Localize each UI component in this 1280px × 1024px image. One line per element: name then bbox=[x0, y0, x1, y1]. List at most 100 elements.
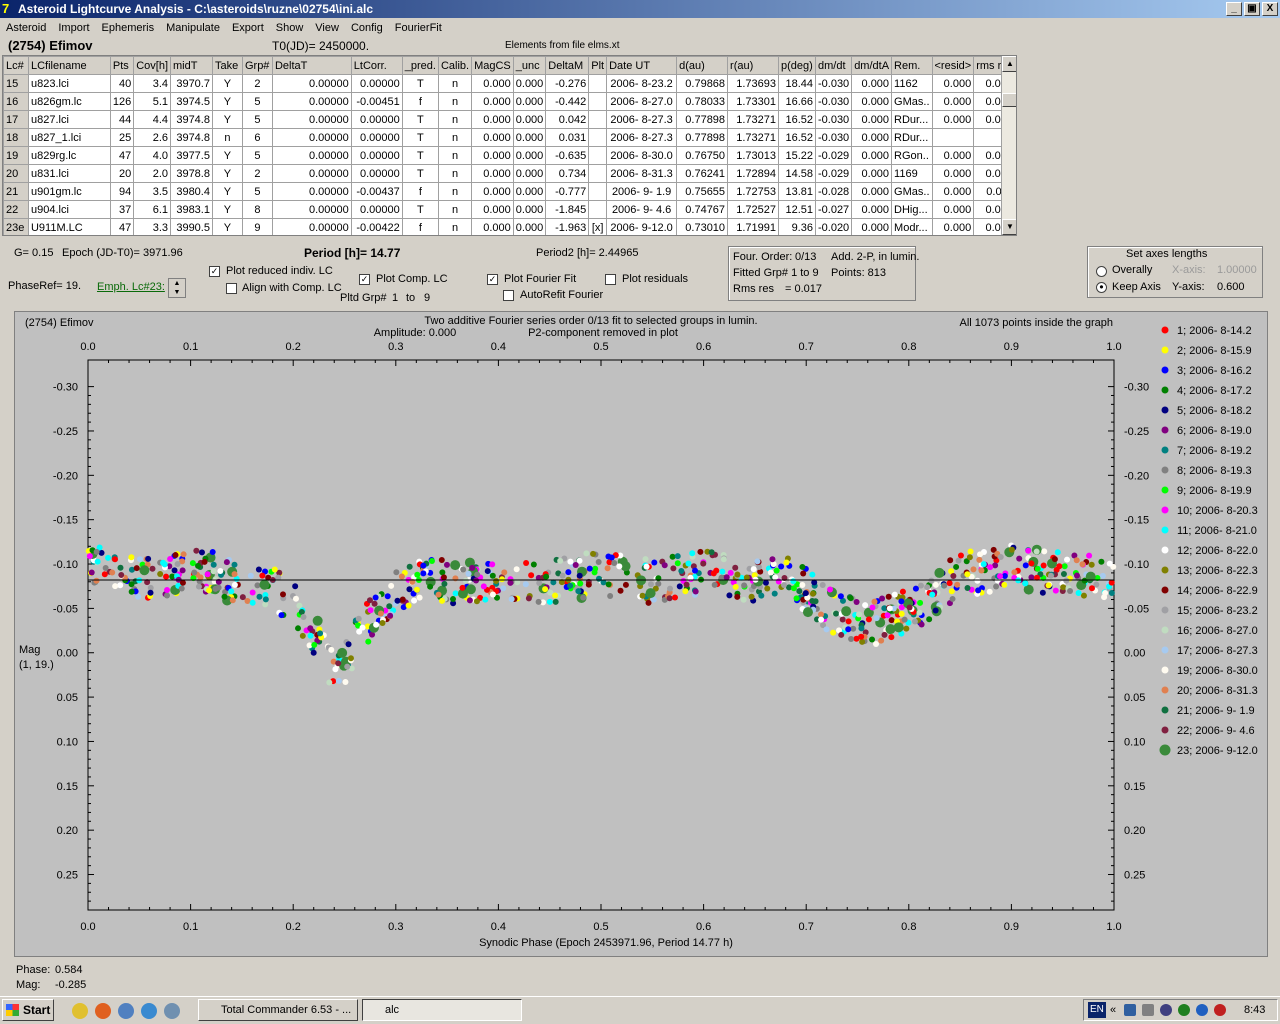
table-cell[interactable]: 0.000 bbox=[851, 92, 893, 111]
table-cell[interactable]: -1.963 bbox=[545, 218, 590, 235]
table-cell[interactable]: 0.000 bbox=[931, 92, 975, 111]
table-cell[interactable]: Y bbox=[211, 200, 243, 219]
table-cell[interactable]: 0.000 bbox=[471, 200, 514, 219]
table-cell[interactable]: 1.71991 bbox=[727, 218, 779, 235]
table-cell[interactable] bbox=[588, 200, 608, 219]
task-alc[interactable]: alc bbox=[362, 999, 522, 1021]
column-header[interactable]: DeltaT bbox=[271, 56, 352, 75]
table-cell[interactable]: RDur... bbox=[891, 110, 933, 129]
column-header[interactable]: Plt bbox=[588, 56, 608, 75]
table-cell[interactable] bbox=[588, 146, 608, 165]
table-cell[interactable]: 0.00000 bbox=[350, 110, 403, 129]
column-header[interactable]: dm/dtA bbox=[851, 56, 893, 75]
table-row[interactable]: 19 u829rg.lc 47 4.0 3977.5 Y 5 0.00000 0.00000 Tn… bbox=[3, 146, 1016, 165]
table-cell[interactable]: 3983.1 bbox=[170, 200, 213, 219]
plot-reduced-checkbox[interactable]: ✓ bbox=[209, 266, 220, 277]
table-cell[interactable]: 0.00000 bbox=[271, 128, 352, 147]
table-cell[interactable]: 44 bbox=[109, 110, 135, 129]
column-header[interactable]: dm/dt bbox=[814, 56, 853, 75]
tray-app-icon[interactable] bbox=[1124, 1004, 1136, 1016]
table-cell[interactable]: -0.028 bbox=[814, 182, 853, 201]
table-row[interactable]: 23e U911M.LC 47 3.3 3990.5 Y 9 0.00000 -0.00422 f… bbox=[3, 218, 1016, 235]
table-cell[interactable]: 0.000 bbox=[471, 146, 514, 165]
table-cell[interactable]: 0.000 bbox=[931, 164, 975, 183]
column-header[interactable]: Calib. bbox=[437, 56, 473, 75]
table-cell[interactable]: 3974.8 bbox=[170, 128, 213, 147]
table-cell[interactable]: 2006- 8-27.0 bbox=[606, 92, 678, 111]
table-cell[interactable]: u829rg.lc bbox=[27, 146, 111, 165]
table-cell[interactable]: 0.000 bbox=[851, 74, 893, 93]
table-row[interactable]: 15 u823.lci 40 3.4 3970.7 Y 2 0.00000 0.00000 Tn 0… bbox=[3, 74, 1016, 93]
table-cell[interactable]: 16.66 bbox=[778, 92, 816, 111]
menu-manipulate[interactable]: Manipulate bbox=[160, 19, 226, 37]
table-cell[interactable]: T bbox=[401, 164, 439, 183]
table-cell[interactable]: 0.76750 bbox=[676, 146, 729, 165]
table-cell[interactable]: 5.1 bbox=[133, 92, 172, 111]
table-cell[interactable]: 0.000 bbox=[851, 146, 893, 165]
table-cell[interactable]: 1.73693 bbox=[727, 74, 779, 93]
table-cell[interactable]: -0.276 bbox=[545, 74, 590, 93]
table-cell[interactable]: 0.00000 bbox=[271, 110, 352, 129]
table-cell[interactable]: 13.81 bbox=[778, 182, 816, 201]
menu-export[interactable]: Export bbox=[226, 19, 270, 37]
table-cell[interactable]: 0.78033 bbox=[676, 92, 729, 111]
scroll-down-arrow-icon[interactable]: ▼ bbox=[1002, 219, 1016, 235]
table-cell[interactable] bbox=[588, 110, 608, 129]
column-header[interactable]: r(au) bbox=[727, 56, 779, 75]
table-cell[interactable]: 1.73013 bbox=[727, 146, 779, 165]
table-cell[interactable]: 0.000 bbox=[512, 128, 547, 147]
table-cell[interactable]: 0.000 bbox=[471, 74, 514, 93]
table-cell[interactable]: 15.22 bbox=[778, 146, 816, 165]
table-cell[interactable]: 1.73271 bbox=[727, 110, 779, 129]
table-cell[interactable]: 0.000 bbox=[471, 128, 514, 147]
table-cell[interactable]: n bbox=[437, 92, 473, 111]
table-cell[interactable]: 1.73301 bbox=[727, 92, 779, 111]
table-cell[interactable]: 1162 bbox=[891, 74, 933, 93]
table-cell[interactable]: 16.52 bbox=[778, 110, 816, 129]
table-cell[interactable]: 0.000 bbox=[471, 92, 514, 111]
table-cell[interactable]: 0.000 bbox=[512, 110, 547, 129]
column-header[interactable]: Lc# bbox=[3, 56, 29, 75]
table-cell[interactable]: 2006- 8-23.2 bbox=[606, 74, 678, 93]
column-header[interactable]: <resid> bbox=[931, 56, 975, 75]
table-cell[interactable]: 3974.5 bbox=[170, 92, 213, 111]
emph-link[interactable]: Emph. Lc#23: bbox=[97, 281, 165, 293]
firefox-icon[interactable] bbox=[95, 1003, 111, 1019]
table-cell[interactable]: 3978.8 bbox=[170, 164, 213, 183]
table-cell[interactable]: f bbox=[401, 182, 439, 201]
table-cell[interactable]: u823.lci bbox=[27, 74, 111, 93]
table-cell[interactable]: 2006- 9- 4.6 bbox=[606, 200, 678, 219]
table-cell[interactable]: Y bbox=[211, 146, 243, 165]
table-cell[interactable]: n bbox=[437, 182, 473, 201]
table-cell[interactable]: 17 bbox=[3, 110, 29, 129]
table-cell[interactable]: 2.6 bbox=[133, 128, 172, 147]
table-cell[interactable]: 23e bbox=[3, 218, 29, 235]
column-header[interactable]: Pts bbox=[109, 56, 135, 75]
table-cell[interactable]: 0.000 bbox=[512, 146, 547, 165]
table-cell[interactable]: -0.029 bbox=[814, 146, 853, 165]
table-cell[interactable]: 0.00000 bbox=[271, 164, 352, 183]
table-cell[interactable]: 18 bbox=[3, 128, 29, 147]
tray-security-icon[interactable] bbox=[1160, 1004, 1172, 1016]
table-cell[interactable]: 0.000 bbox=[931, 110, 975, 129]
table-cell[interactable]: 0.79868 bbox=[676, 74, 729, 93]
lightcurve-graph-panel[interactable]: 0.0 0.0 0.1 0.1 0.2 0.2 0.3 0.3 0.4 0.4 0.5 0.5 0.6 0… bbox=[14, 311, 1268, 957]
table-cell[interactable]: 0.00000 bbox=[350, 200, 403, 219]
table-cell[interactable]: 0.74767 bbox=[676, 200, 729, 219]
table-cell[interactable]: 3980.4 bbox=[170, 182, 213, 201]
table-cell[interactable]: 0.00000 bbox=[271, 200, 352, 219]
tray-update-icon[interactable] bbox=[1178, 1004, 1190, 1016]
close-button[interactable]: X bbox=[1262, 2, 1278, 16]
tray-network-icon[interactable] bbox=[1142, 1004, 1154, 1016]
menu-import[interactable]: Import bbox=[52, 19, 95, 37]
table-cell[interactable]: 5 bbox=[241, 182, 273, 201]
column-header[interactable]: p(deg) bbox=[778, 56, 816, 75]
table-cell[interactable]: 2 bbox=[241, 74, 273, 93]
column-header[interactable]: _unc bbox=[512, 56, 547, 75]
table-cell[interactable]: 0.00000 bbox=[350, 164, 403, 183]
table-cell[interactable]: 0.000 bbox=[931, 218, 975, 235]
table-cell[interactable]: 40 bbox=[109, 74, 135, 93]
table-cell[interactable]: 3990.5 bbox=[170, 218, 213, 235]
table-cell[interactable] bbox=[588, 128, 608, 147]
menu-config[interactable]: Config bbox=[345, 19, 389, 37]
